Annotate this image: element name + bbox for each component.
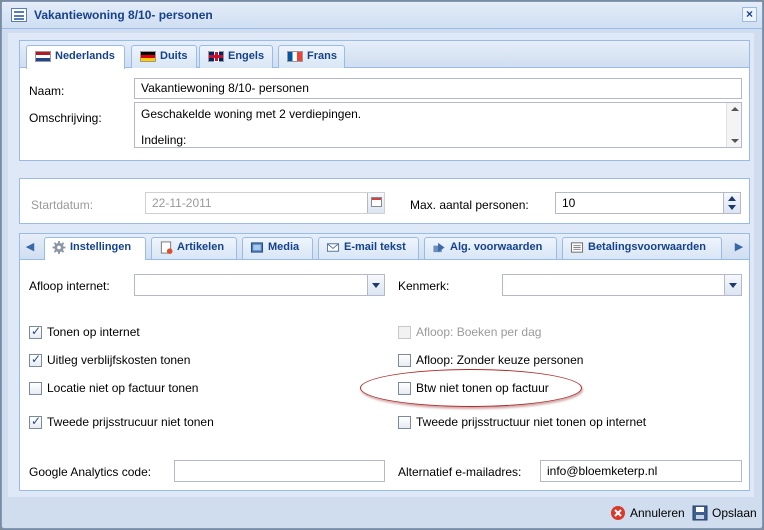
tonen-op-internet-checkbox[interactable] [29,324,42,339]
afloop-boeken-per-dag-label: Afloop: Boeken per dag [416,325,542,339]
cancel-button[interactable]: Annuleren [608,502,688,524]
alt-email-input[interactable]: info@bloemketerp.nl [540,460,742,482]
tab-label: Alg. voorwaarden [450,241,543,253]
tab-artikelen[interactable]: Artikelen [151,237,237,259]
tweede-prijsstrucuur-label: Tweede prijsstrucuur niet tonen [47,415,214,429]
flag-de-icon [140,51,156,62]
tab-engels[interactable]: Engels [199,45,273,68]
payment-icon [570,242,584,253]
window-title: Vakantiewoning 8/10- personen [34,8,213,22]
document-icon [160,241,173,254]
scroll-down-icon[interactable] [731,139,739,143]
tweede-prijsstructuur-internet-label: Tweede prijsstructuur niet tonen op inte… [416,415,647,429]
startdatum-input[interactable]: 22-11-2011 [145,192,385,214]
flag-fr-icon [287,51,303,62]
tab-label: Nederlands [55,50,115,62]
uitleg-verblijfskosten-label: Uitleg verblijfskosten tonen [47,353,191,367]
spin-up-icon[interactable] [728,196,736,201]
mail-icon [326,243,340,252]
tab-frans[interactable]: Frans [278,45,345,68]
tab-betalingsvoorwaarden[interactable]: Betalingsvoorwaarden [562,237,722,259]
gear-icon [52,241,66,254]
omschrijving-line: Indeling: [141,133,187,147]
google-analytics-input[interactable] [174,460,385,482]
scroll-up-icon[interactable] [731,107,739,111]
flag-en-icon [208,51,224,62]
google-analytics-label: Google Analytics code: [29,465,152,479]
tab-label: Betalingsvoorwaarden [588,241,706,253]
kenmerk-select[interactable] [502,274,742,296]
omschrijving-textarea[interactable]: Geschakelde woning met 2 verdiepingen. I… [134,102,742,148]
tonen-op-internet-label: Tonen op internet [47,325,140,339]
max-personen-spinner[interactable] [723,193,740,213]
tab-label: Artikelen [177,241,225,253]
locatie-niet-op-factuur-label: Locatie niet op factuur tonen [47,381,199,395]
kenmerk-label: Kenmerk: [398,279,450,293]
cancel-icon [611,506,625,520]
tab-label: Instellingen [70,241,132,253]
tab-scroll-left-icon[interactable]: ◀ [21,237,39,259]
tweede-prijsstrucuur-checkbox[interactable] [29,414,42,429]
settings-tabstrip: ◀ Instellingen Artikelen Media E-mail te… [20,234,749,260]
afloop-internet-dropdown-icon[interactable] [367,275,384,295]
tab-alg-voorwaarden[interactable]: Alg. voorwaarden [424,237,557,259]
startdatum-label: Startdatum: [31,198,94,212]
afloop-boeken-per-dag-checkbox [398,326,411,339]
naam-input[interactable]: Vakantiewoning 8/10- personen [134,78,742,99]
save-button-label: Opslaan [712,506,757,520]
image-icon [250,242,264,253]
language-tabstrip: Nederlands Duits Engels Frans [20,41,749,69]
tab-instellingen[interactable]: Instellingen [44,237,146,260]
omschrijving-line: Geschakelde woning met 2 verdiepingen. [141,107,362,121]
flag-nl-icon [35,51,51,62]
tab-media[interactable]: Media [242,237,313,259]
tab-label: Media [268,241,300,253]
tab-nederlands[interactable]: Nederlands [26,45,125,69]
omschrijving-label: Omschrijving: [29,111,102,125]
date-picker-trigger[interactable] [367,193,384,213]
tab-duits[interactable]: Duits [131,45,197,68]
window-icon [11,8,27,22]
tab-label: Frans [307,50,337,62]
tab-label: Duits [160,50,188,62]
kenmerk-dropdown-icon[interactable] [724,275,741,295]
calendar-icon [371,197,382,207]
tab-scroll-right-icon[interactable]: ▶ [730,237,748,259]
textarea-scrollbar[interactable] [726,103,741,147]
tweede-prijsstructuur-internet-checkbox[interactable] [398,416,411,429]
tab-email-tekst[interactable]: E-mail tekst [318,237,419,259]
terms-icon [433,242,445,253]
spin-down-icon[interactable] [728,205,736,210]
title-bar[interactable]: Vakantiewoning 8/10- personen × [2,2,762,29]
afloop-zonder-keuze-checkbox[interactable] [398,354,411,367]
alt-email-label: Alternatief e-mailadres: [398,465,522,479]
afloop-internet-select[interactable] [134,274,385,296]
close-button[interactable]: × [742,7,757,22]
uitleg-verblijfskosten-checkbox[interactable] [29,352,42,367]
cancel-button-label: Annuleren [630,506,685,520]
tab-label: Engels [228,50,265,62]
max-personen-input[interactable]: 10 [555,192,741,214]
save-button[interactable]: Opslaan [690,502,757,524]
save-icon [692,505,708,521]
afloop-zonder-keuze-label: Afloop: Zonder keuze personen [416,353,584,367]
afloop-internet-label: Afloop internet: [29,279,110,293]
naam-label: Naam: [29,84,65,98]
max-personen-label: Max. aantal personen: [410,198,529,212]
highlight-ellipse [360,369,582,407]
tab-label: E-mail tekst [344,241,406,253]
locatie-niet-op-factuur-checkbox[interactable] [29,382,42,395]
